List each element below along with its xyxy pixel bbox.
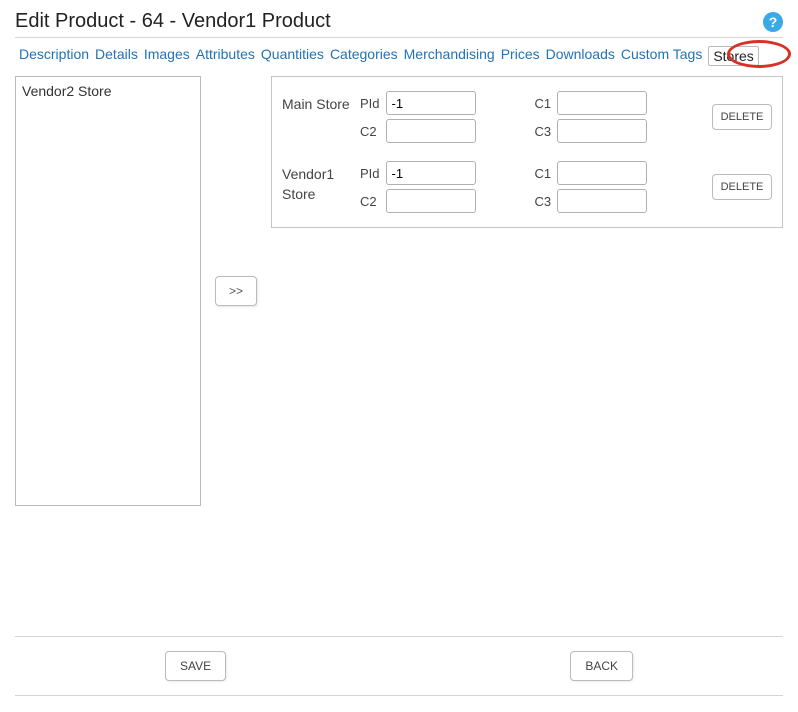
pid-input[interactable] bbox=[386, 91, 476, 115]
available-stores-list[interactable]: Vendor2 Store bbox=[15, 76, 201, 506]
save-button[interactable]: SAVE bbox=[165, 651, 226, 681]
c1-label: C1 bbox=[534, 166, 551, 181]
footer-divider-top bbox=[15, 636, 783, 637]
store-name: Vendor1 Store bbox=[282, 161, 352, 204]
add-store-button[interactable]: >> bbox=[215, 276, 257, 306]
list-item[interactable]: Vendor2 Store bbox=[22, 81, 194, 101]
tab-categories[interactable]: Categories bbox=[330, 46, 398, 66]
c1-input[interactable] bbox=[557, 161, 647, 185]
pid-label: PId bbox=[360, 166, 380, 181]
store-name: Main Store bbox=[282, 91, 352, 115]
help-icon[interactable]: ? bbox=[763, 12, 783, 32]
page-title: Edit Product - 64 - Vendor1 Product bbox=[15, 10, 331, 33]
c3-input[interactable] bbox=[557, 119, 647, 143]
tab-quantities[interactable]: Quantities bbox=[261, 46, 324, 66]
tab-details[interactable]: Details bbox=[95, 46, 138, 66]
tab-attributes[interactable]: Attributes bbox=[196, 46, 255, 66]
c1-label: C1 bbox=[534, 96, 551, 111]
c3-input[interactable] bbox=[557, 189, 647, 213]
tab-downloads[interactable]: Downloads bbox=[546, 46, 615, 66]
tab-description[interactable]: Description bbox=[19, 46, 89, 66]
tab-custom-tags[interactable]: Custom Tags bbox=[621, 46, 702, 66]
c3-label: C3 bbox=[534, 124, 551, 139]
assigned-stores-panel: Main Store PId C1 C2 C3 DELETE Vendor1 S… bbox=[271, 76, 783, 228]
pid-input[interactable] bbox=[386, 161, 476, 185]
store-row: Main Store PId C1 C2 C3 DELETE bbox=[282, 85, 772, 149]
store-row: Vendor1 Store PId C1 C2 C3 DELETE bbox=[282, 155, 772, 219]
delete-button[interactable]: DELETE bbox=[712, 104, 772, 130]
pid-label: PId bbox=[360, 96, 380, 111]
c3-label: C3 bbox=[534, 194, 551, 209]
delete-button[interactable]: DELETE bbox=[712, 174, 772, 200]
tabs-bar: Description Details Images Attributes Qu… bbox=[15, 46, 783, 66]
tab-images[interactable]: Images bbox=[144, 46, 190, 66]
footer-divider-bottom bbox=[15, 695, 783, 696]
tab-stores[interactable]: Stores bbox=[708, 46, 758, 66]
c2-label: C2 bbox=[360, 194, 380, 209]
back-button[interactable]: BACK bbox=[570, 651, 633, 681]
header-divider bbox=[15, 37, 783, 38]
tab-merchandising[interactable]: Merchandising bbox=[404, 46, 495, 66]
c2-input[interactable] bbox=[386, 119, 476, 143]
c2-input[interactable] bbox=[386, 189, 476, 213]
c2-label: C2 bbox=[360, 124, 380, 139]
tab-prices[interactable]: Prices bbox=[501, 46, 540, 66]
c1-input[interactable] bbox=[557, 91, 647, 115]
